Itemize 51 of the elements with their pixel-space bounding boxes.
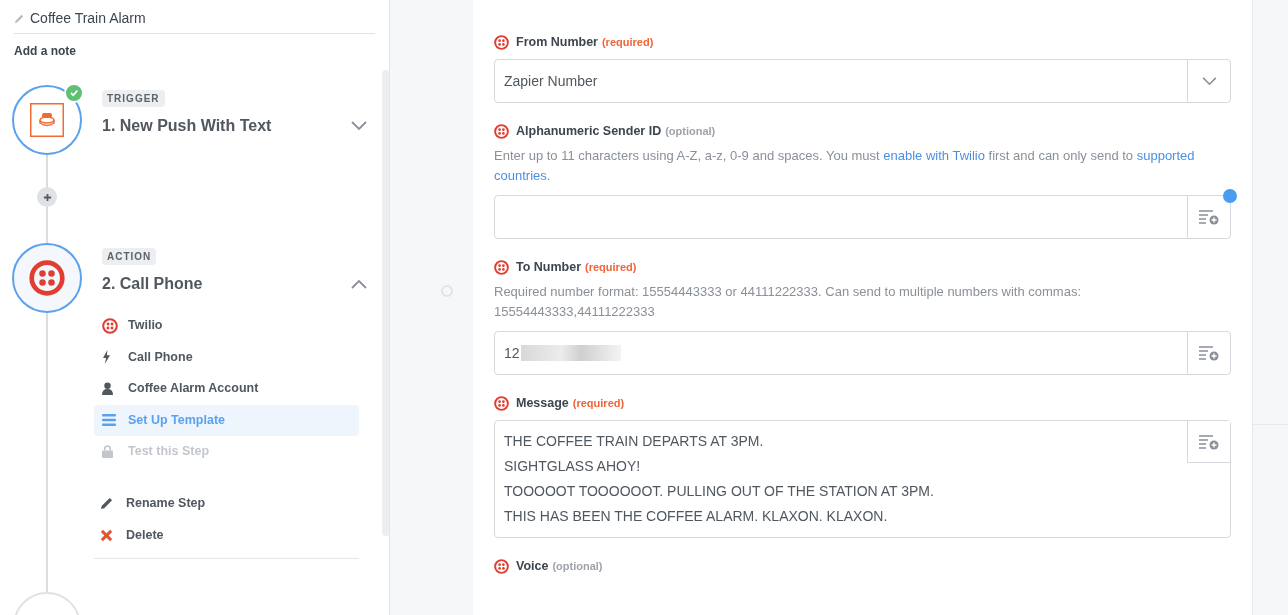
chevron-icon[interactable]: [351, 121, 367, 131]
message-line: TOOOOOT TOOOOOOT. PULLING OUT OF THE STATION AT 3PM.: [504, 482, 935, 501]
twilio-logo-icon: [494, 259, 509, 275]
lines-icon: [102, 414, 116, 427]
field-label: From Number: [516, 33, 598, 51]
help-text: Enter up to 11 characters using A-Z, a-z, 0-9 and spaces. You must enable with Twilio first and can only send to supported countries.: [494, 147, 1196, 185]
plus-icon: [42, 192, 52, 202]
insert-data-button[interactable]: [1187, 421, 1230, 463]
field-label: Voice: [516, 557, 549, 575]
message-line: SIGHTGLASS AHOY!: [504, 457, 642, 476]
chevron-icon[interactable]: [351, 279, 367, 289]
zap-title[interactable]: Coffee Train Alarm: [30, 8, 146, 29]
lock-icon: [102, 445, 113, 459]
twilio-logo-icon: [494, 34, 509, 50]
twilio-logo-icon: [494, 558, 509, 574]
field-label: Message: [516, 394, 569, 412]
step-menu-item[interactable]: Call Phone: [94, 341, 359, 373]
lightning-bolt-icon: [102, 350, 111, 365]
close-icon: [100, 529, 113, 542]
person-icon: [102, 382, 113, 396]
help-text: Required number format: 15554443333 or 44111222333. Can send to multiple numbers with commas: 15554443333,44111222333: [494, 283, 1083, 321]
add-step-button[interactable]: [37, 187, 57, 207]
step-menu-item[interactable]: Coffee Alarm Account: [94, 373, 359, 405]
step-title[interactable]: 2. Call Phone: [102, 272, 203, 296]
step-badge: TRIGGER: [102, 90, 165, 107]
step-action-item[interactable]: Rename Step: [94, 487, 359, 520]
field-tag: (required): [585, 258, 637, 276]
from-number-dropdown[interactable]: Zapier Number: [494, 59, 1231, 103]
field-tag: (optional): [552, 557, 603, 575]
push-button-icon: [30, 103, 64, 137]
twilio-logo-icon: [29, 260, 65, 296]
pencil-icon: [100, 497, 113, 510]
field-label: To Number: [516, 258, 582, 276]
twilio-logo-icon: [494, 123, 509, 139]
add-note-link[interactable]: Add a note: [14, 42, 76, 60]
pencil-icon: [14, 13, 24, 24]
twilio-logo-icon: [494, 395, 509, 411]
twilio-logo-icon: [102, 317, 118, 334]
step-menu-item: Test this Step: [94, 436, 359, 468]
field-tag: (required): [572, 394, 625, 412]
message-text-area[interactable]: THE COFFEE TRAIN DEPARTS AT 3PM. SIGHTGLASS AHOY! TOOOOOT TOOOOOOT. PULLING OUT OF THE STATION AT 3PM. THIS HAS BEEN THE COFFEE ALARM. KLAXON. KLAXON.: [494, 420, 1231, 538]
step-badge: ACTION: [102, 248, 157, 265]
step-menu-item[interactable]: Twilio: [94, 310, 359, 342]
list-plus-icon: [1198, 433, 1220, 450]
field-tag: (required): [601, 33, 654, 51]
message-line: THE COFFEE TRAIN DEPARTS AT 3PM.: [504, 432, 765, 451]
step-action-item[interactable]: Delete: [94, 519, 359, 552]
field-tag: (optional): [665, 122, 716, 140]
field-label: Alphanumeric Sender ID: [516, 122, 662, 140]
step-title[interactable]: 1. New Push With Text: [102, 114, 272, 138]
message-line: THIS HAS BEEN THE COFFEE ALARM. KLAXON. KLAXON.: [504, 507, 889, 526]
